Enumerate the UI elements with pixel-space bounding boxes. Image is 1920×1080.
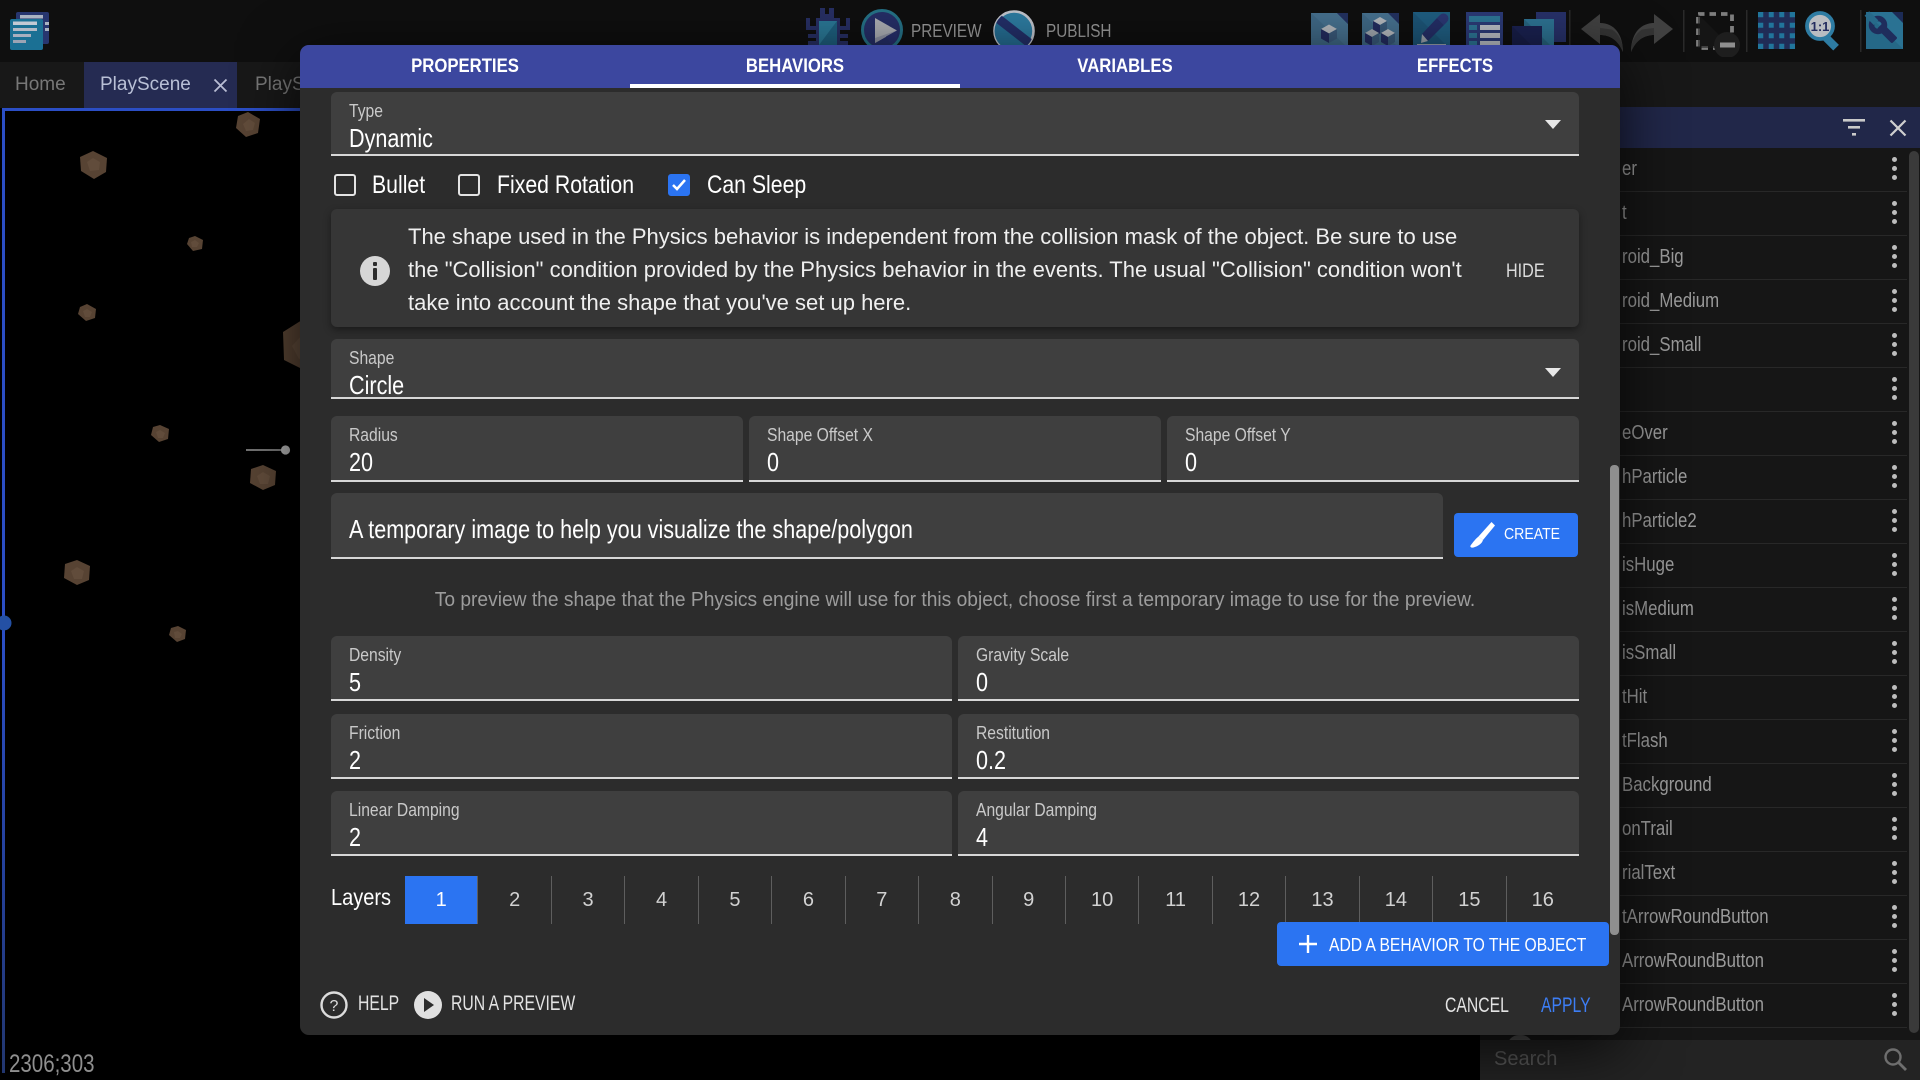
svg-text:1:1: 1:1 <box>1811 19 1830 34</box>
svg-text:?: ? <box>330 998 339 1015</box>
